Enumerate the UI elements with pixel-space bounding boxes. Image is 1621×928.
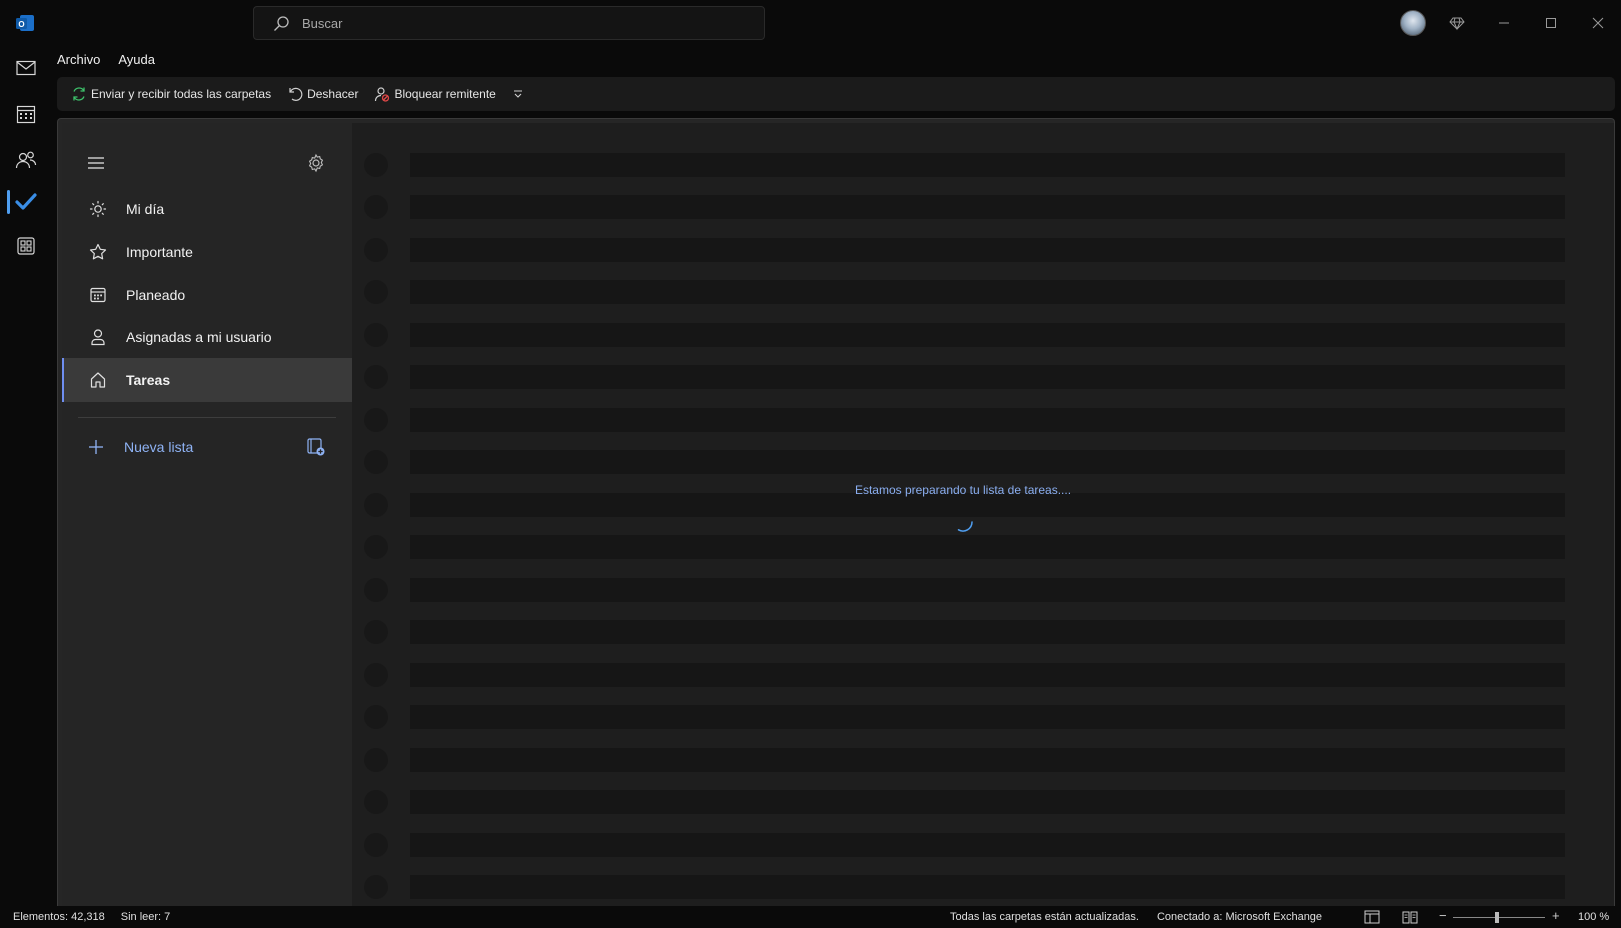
chevron-down-icon [513, 90, 522, 98]
new-group-icon[interactable] [306, 437, 326, 457]
skeleton-row [352, 441, 1614, 483]
block-sender-button[interactable]: Bloquear remitente [366, 80, 503, 108]
skeleton-row [352, 356, 1614, 398]
title-bar: O [0, 0, 1621, 46]
skeleton-row [352, 399, 1614, 441]
nav-item-asignadas[interactable]: Asignadas a mi usuario [62, 315, 352, 359]
star-icon [88, 242, 108, 262]
skeleton-row [352, 229, 1614, 271]
normal-view-icon[interactable] [1363, 909, 1381, 925]
block-sender-label: Bloquear remitente [394, 87, 496, 101]
status-bar: Elementos: 42,318 Sin leer: 7 Todas las … [0, 906, 1621, 928]
item-count: Elementos: 42,318 [13, 911, 105, 923]
skeleton-row [352, 271, 1614, 313]
plus-icon [86, 437, 106, 457]
ribbon-more-button[interactable] [504, 80, 532, 108]
nav-divider [78, 417, 336, 418]
skeleton-row [352, 866, 1614, 908]
skeleton-row [352, 569, 1614, 611]
minimize-button[interactable] [1481, 8, 1527, 38]
block-sender-icon [375, 87, 390, 102]
loading-message: Estamos preparando tu lista de tareas...… [854, 483, 1072, 497]
skeleton-row [352, 314, 1614, 356]
people-icon[interactable] [0, 140, 52, 180]
sync-icon [73, 87, 85, 101]
zoom-out-icon[interactable]: − [1439, 908, 1447, 923]
outlook-logo-icon: O [16, 15, 34, 31]
undo-label: Deshacer [307, 87, 359, 101]
menu-ayuda[interactable]: Ayuda [118, 52, 155, 72]
apps-grid-icon[interactable] [0, 226, 52, 266]
maximize-button[interactable] [1528, 8, 1574, 38]
send-receive-label: Enviar y recibir todas las carpetas [91, 87, 272, 101]
hamburger-menu-icon[interactable] [86, 153, 106, 173]
mail-icon[interactable] [0, 48, 52, 88]
svg-text:O: O [18, 20, 24, 29]
todo-sidebar: Mi día Importante Planeado Asignadas a m… [62, 123, 352, 908]
premium-diamond-icon[interactable] [1434, 8, 1480, 38]
undo-button[interactable]: Deshacer [279, 80, 366, 108]
new-list-label: Nueva lista [124, 439, 194, 455]
nav-item-label: Planeado [126, 287, 186, 303]
app-rail [0, 46, 52, 906]
zoom-level: 100 % [1578, 911, 1610, 923]
search-box[interactable] [253, 6, 765, 40]
skeleton-row [352, 654, 1614, 696]
skeleton-row [352, 186, 1614, 228]
nav-item-label: Mi día [126, 201, 165, 217]
nav-item-tareas[interactable]: Tareas [62, 358, 352, 402]
skeleton-row [352, 526, 1614, 568]
nav-item-label: Importante [126, 244, 193, 260]
home-icon [88, 370, 108, 390]
search-icon [274, 16, 289, 31]
folder-status: Todas las carpetas están actualizadas. [950, 911, 1139, 923]
zoom-track [1453, 917, 1545, 918]
zoom-thumb[interactable] [1495, 912, 1499, 923]
gear-icon[interactable] [306, 153, 326, 173]
avatar[interactable] [1400, 10, 1426, 36]
unread-count: Sin leer: 7 [120, 911, 171, 923]
skeleton-row [352, 611, 1614, 653]
sun-icon [88, 199, 108, 219]
connection-status: Conectado a: Microsoft Exchange [1156, 911, 1323, 923]
zoom-in-icon[interactable]: + [1552, 908, 1560, 923]
menu-archivo[interactable]: Archivo [57, 52, 100, 72]
skeleton-row [352, 781, 1614, 823]
nav-item-label: Tareas [126, 372, 171, 388]
loading-spinner-icon [957, 521, 973, 532]
search-input[interactable] [302, 7, 742, 39]
calendar-app-icon[interactable] [0, 94, 52, 134]
send-receive-button[interactable]: Enviar y recibir todas las carpetas [63, 80, 279, 108]
person-icon [88, 327, 108, 347]
skeleton-row [352, 696, 1614, 738]
nav-item-label: Asignadas a mi usuario [126, 329, 272, 345]
skeleton-row [352, 824, 1614, 866]
nav-item-mi-dia[interactable]: Mi día [62, 187, 352, 231]
close-button[interactable] [1575, 8, 1621, 38]
nav-item-planeado[interactable]: Planeado [62, 273, 352, 317]
menu-bar: Archivo Ayuda [57, 52, 155, 72]
skeleton-row [352, 144, 1614, 186]
undo-icon [289, 87, 303, 101]
nav-item-importante[interactable]: Importante [62, 230, 352, 274]
skeleton-row [352, 739, 1614, 781]
task-list-area: Estamos preparando tu lista de tareas...… [352, 123, 1614, 908]
ribbon-toolbar: Enviar y recibir todas las carpetas Desh… [57, 77, 1615, 111]
calendar-icon [88, 285, 108, 305]
reading-view-icon[interactable] [1401, 909, 1419, 925]
todo-checkmark-icon[interactable] [0, 182, 52, 222]
zoom-slider[interactable]: − + [1437, 908, 1567, 924]
todo-frame: Mi día Importante Planeado Asignadas a m… [57, 118, 1615, 908]
